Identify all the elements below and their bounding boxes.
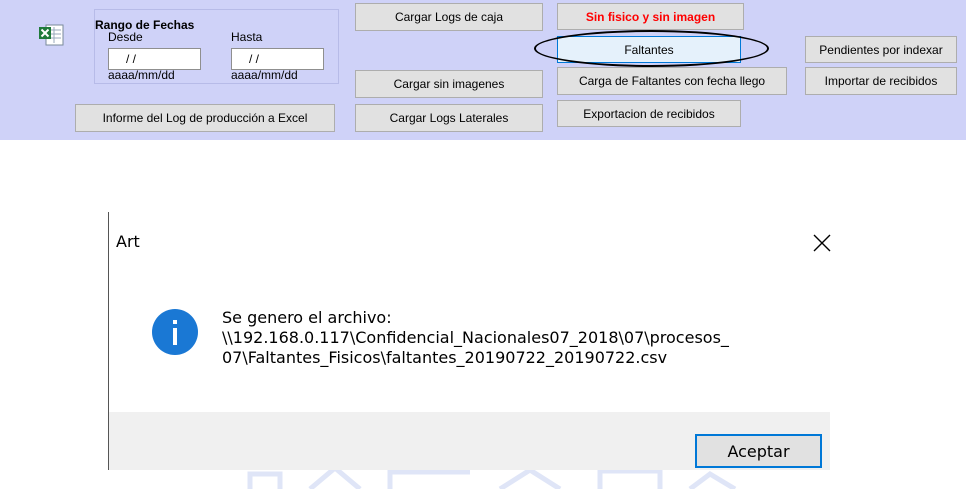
ok-button[interactable]: Aceptar — [695, 434, 822, 468]
highlight-ellipse — [534, 30, 769, 67]
from-date-input[interactable]: / / — [108, 48, 201, 70]
close-icon[interactable] — [813, 234, 831, 252]
to-label: Hasta — [231, 30, 263, 44]
cargar-logs-laterales-button[interactable]: Cargar Logs Laterales — [355, 104, 543, 132]
to-date-input[interactable]: / / — [231, 48, 324, 70]
from-format-hint: aaaa/mm/dd — [108, 68, 175, 82]
info-icon — [152, 309, 198, 355]
message-line-2: \\192.168.0.117\Confidencial_Nacionales0… — [222, 328, 729, 347]
exportacion-recibidos-button[interactable]: Exportacion de recibidos — [557, 100, 741, 127]
pendientes-indexar-button[interactable]: Pendientes por indexar — [805, 36, 957, 63]
dialog-message: Se genero el archivo: \\192.168.0.117\Co… — [222, 308, 802, 368]
carga-faltantes-button[interactable]: Carga de Faltantes con fecha llego — [557, 67, 787, 95]
cargar-logs-caja-button[interactable]: Cargar Logs de caja — [355, 3, 543, 31]
cargar-sin-imagenes-button[interactable]: Cargar sin imagenes — [355, 70, 543, 98]
message-line-1: Se genero el archivo: — [222, 308, 392, 327]
to-format-hint: aaaa/mm/dd — [231, 68, 298, 82]
dialog-footer: Aceptar — [109, 412, 830, 470]
date-range-group: Rango de Fechas Desde Hasta / / / / aaaa… — [94, 9, 339, 84]
importar-recibidos-button[interactable]: Importar de recibidos — [805, 67, 957, 95]
export-log-excel-button[interactable]: Informe del Log de producción a Excel — [75, 104, 335, 132]
message-line-3: 07\Faltantes_Fisicos\faltantes_20190722_… — [222, 348, 668, 367]
excel-icon[interactable] — [38, 23, 64, 47]
from-label: Desde — [108, 30, 143, 44]
message-dialog: Art Se genero el archivo: \\192.168.0.11… — [108, 212, 831, 470]
sin-fisico-button[interactable]: Sin fisico y sin imagen — [557, 3, 744, 30]
report-panel: Rango de Fechas Desde Hasta / / / / aaaa… — [0, 0, 966, 140]
dialog-title: Art — [116, 232, 140, 251]
